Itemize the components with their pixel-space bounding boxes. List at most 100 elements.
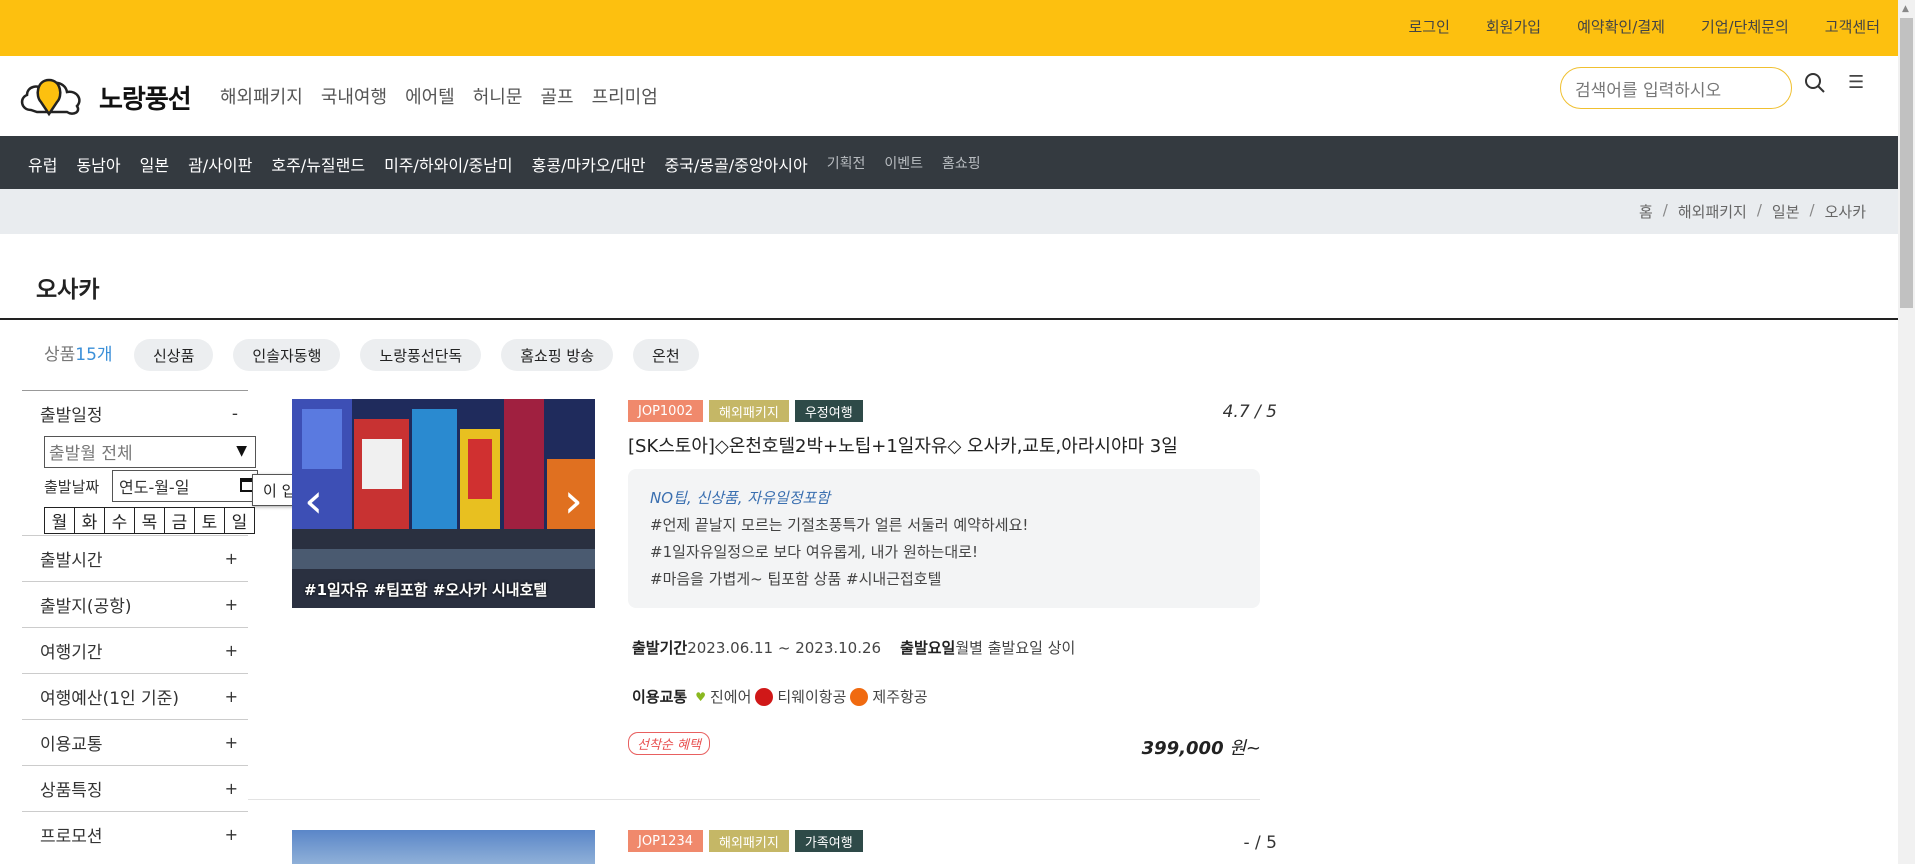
breadcrumb-separator: / [1756,201,1762,219]
weekday-selector: 월 화 수 목 금 토 일 [44,507,255,534]
category-southeast-asia[interactable]: 동남아 [76,152,120,176]
category-guam-saipan[interactable]: 괌/사이판 [188,152,252,176]
category-homeshopping[interactable]: 홈쇼핑 [942,152,981,176]
expand-icon[interactable]: + [225,687,238,706]
filter-promotion[interactable]: 프로모션 + [22,811,248,857]
site-logo[interactable]: 노랑풍선 [17,72,192,122]
balloon-logo-icon [20,78,81,117]
transport-label: 이용교통 [632,688,688,706]
scroll-up-arrow-icon[interactable]: ▲ [1902,4,1909,14]
expand-icon[interactable]: + [225,595,238,614]
product-divider [248,799,1260,800]
weekday-wed[interactable]: 수 [104,507,135,534]
airline-name: 진에어 [709,688,752,706]
chip-homeshopping[interactable]: 홈쇼핑 방송 [501,339,614,371]
filter-departure-airport[interactable]: 출발지(공항) + [22,581,248,627]
corporate-inquiry-link[interactable]: 기업/단체문의 [1701,16,1789,37]
reservation-link[interactable]: 예약확인/결제 [1577,16,1665,37]
category-special-exhibition[interactable]: 기획전 [827,152,866,176]
weekday-tue[interactable]: 화 [74,507,105,534]
chip-guide[interactable]: 인솔자동행 [233,339,341,371]
product-price: 399,000 원~ [1142,734,1261,760]
filter-trip-duration[interactable]: 여행기간 + [22,627,248,673]
title-divider [0,318,1898,320]
breadcrumb-overseas[interactable]: 해외패키지 [1678,201,1747,222]
product-code-badge: JOP1234 [628,830,703,852]
category-hongkong-macau-taiwan[interactable]: 홍콩/마카오/대만 [532,152,646,176]
nav-premium[interactable]: 프리미엄 [592,83,658,109]
product-image[interactable]: ‹ › #1일자유 #팁포함 #오사카 시내호텔 [292,399,595,608]
breadcrumb-bar: 홈 / 해외패키지 / 일본 / 오사카 [0,189,1898,234]
weekday-thu[interactable]: 목 [134,507,165,534]
product-image[interactable] [292,830,595,864]
hamburger-menu-icon[interactable]: ☰ [1848,72,1864,93]
breadcrumb-japan[interactable]: 일본 [1772,201,1800,222]
product-category-badge: 해외패키지 [709,830,789,852]
weekday-fri[interactable]: 금 [164,507,195,534]
breadcrumb-home[interactable]: 홈 [1639,201,1653,222]
category-china-mongolia[interactable]: 중국/몽골/중앙아시아 [664,152,807,176]
product-count-value: 15개 [75,345,113,365]
logo-text: 노랑풍선 [99,84,192,115]
filter-transport[interactable]: 이용교통 + [22,719,248,765]
image-caption: #1일자유 #팁포함 #오사카 시내호텔 [304,581,548,599]
filter-label: 출발지(공항) [40,597,132,617]
expand-icon[interactable]: + [225,549,238,568]
nav-domestic[interactable]: 국내여행 [321,83,387,109]
chip-new[interactable]: 신상품 [134,339,214,371]
category-japan[interactable]: 일본 [140,152,169,176]
chip-exclusive[interactable]: 노랑풍선단독 [360,339,482,371]
page-title: 오사카 [36,277,100,303]
departure-date-label: 출발날짜 [44,478,100,496]
carousel-prev-icon[interactable]: ‹ [304,477,323,525]
chip-hotspring[interactable]: 온천 [633,339,699,371]
filter-budget[interactable]: 여행예산(1인 기준) + [22,673,248,719]
filter-section-list: 출발시간 + 출발지(공항) + 여행기간 + 여행예산(1인 기준) + 이용… [22,535,248,857]
weekday-label: 출발요일 [900,639,956,657]
product-category-badge: 해외패키지 [709,400,789,422]
weekday-sat[interactable]: 토 [194,507,225,534]
description-line: #마음을 가볍게~ 팁포함 상품 #시내근접호텔 [650,570,942,588]
weekday-mon[interactable]: 월 [44,507,75,534]
expand-icon[interactable]: + [225,733,238,752]
product-title[interactable]: [SK스토아]◇온천호텔2박+노팁+1일자유◇ 오사카,교토,아라시야마 3일 [628,432,1178,458]
jejuair-logo-icon [850,687,869,706]
jinair-logo-icon: ♥ [695,689,706,704]
category-event[interactable]: 이벤트 [884,152,923,176]
nav-overseas-package[interactable]: 해외패키지 [220,83,303,109]
carousel-next-icon[interactable]: › [564,477,583,525]
filter-departure-schedule[interactable]: 출발일정 - [22,390,248,436]
customer-center-link[interactable]: 고객센터 [1825,16,1880,37]
search-input[interactable]: 검색어를 입력하시오 [1560,67,1792,109]
login-link[interactable]: 로그인 [1408,16,1449,37]
filter-label: 프로모션 [40,827,103,847]
nav-honeymoon[interactable]: 허니문 [473,83,523,109]
product-rating: - / 5 [1243,833,1278,853]
product-highlight: NO팁, 신상품, 자유일정포함 [650,489,831,507]
search-icon[interactable] [1802,70,1828,96]
category-americas[interactable]: 미주/하와이/중남미 [384,152,513,176]
weekday-sun[interactable]: 일 [224,507,255,534]
scrollbar-thumb[interactable] [1900,18,1913,308]
nav-airtel[interactable]: 에어텔 [405,83,455,109]
breadcrumb-osaka[interactable]: 오사카 [1825,201,1866,222]
expand-icon[interactable]: + [225,825,238,844]
signup-link[interactable]: 회원가입 [1486,16,1541,37]
nav-golf[interactable]: 골프 [540,83,573,109]
airline-name: 티웨이항공 [777,688,847,706]
description-line: #언제 끝날지 모르는 기절초풍특가 얼른 서둘러 예약하세요! [650,516,1029,534]
category-australia-nz[interactable]: 호주/뉴질랜드 [271,152,365,176]
breadcrumb: 홈 / 해외패키지 / 일본 / 오사카 [1639,201,1866,222]
filter-product-features[interactable]: 상품특징 + [22,765,248,811]
expand-icon[interactable]: + [225,779,238,798]
departure-month-select[interactable]: 출발월 전체 ▼ [44,436,256,468]
departure-period: 출발기간2023.06.11 ~ 2023.10.26 출발요일월별 출발요일 … [632,637,1075,658]
filter-label: 출발시간 [40,551,103,571]
filter-chips: 신상품 인솔자동행 노랑풍선단독 홈쇼핑 방송 온천 [134,339,699,371]
filter-departure-time[interactable]: 출발시간 + [22,535,248,581]
collapse-icon[interactable]: - [232,404,238,424]
transport-info: 이용교통 ♥ 진에어 티웨이항공 제주항공 [632,686,928,707]
departure-date-input[interactable]: 연도-월-일 [112,470,258,502]
category-europe[interactable]: 유럽 [28,152,57,176]
expand-icon[interactable]: + [225,641,238,660]
